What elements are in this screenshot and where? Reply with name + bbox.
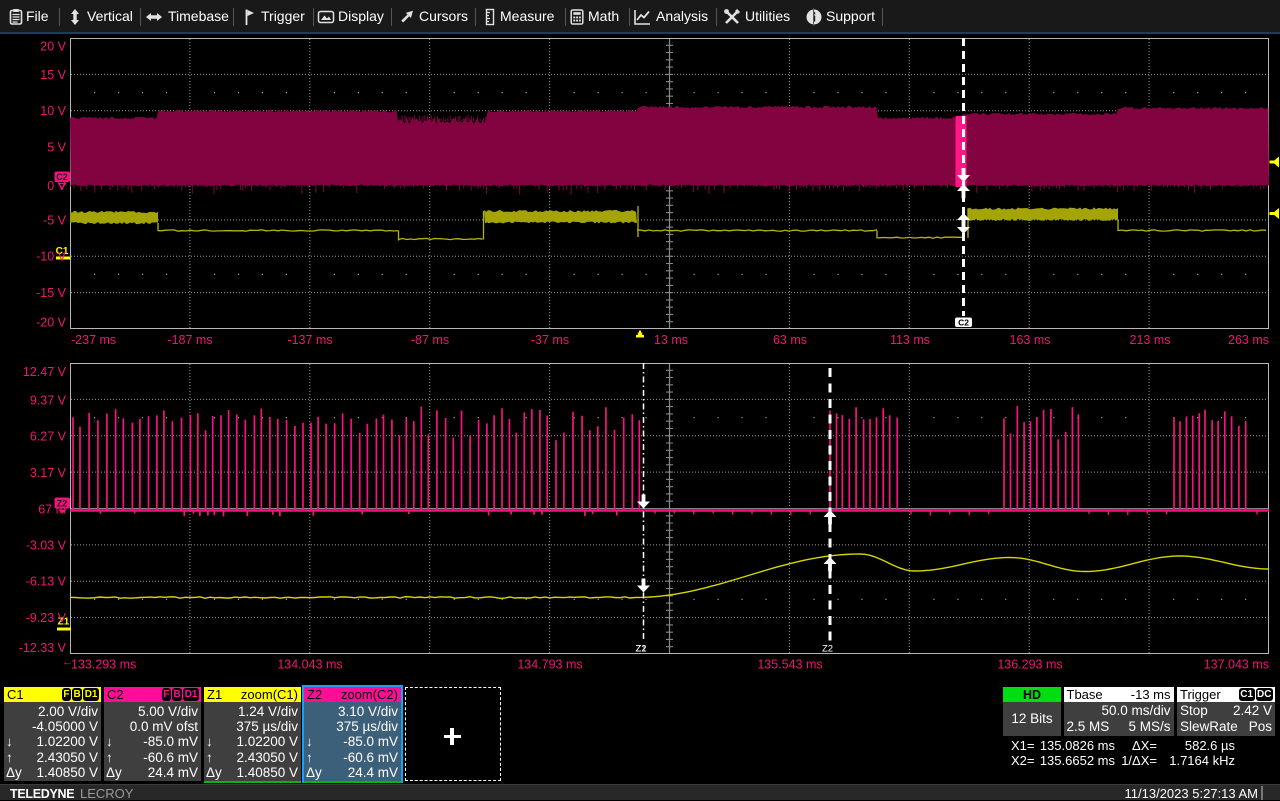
svg-text:-20 V: -20 V (36, 316, 67, 330)
svg-text:67 m: 67 m (38, 502, 66, 516)
svg-text:-10 V: -10 V (36, 250, 67, 264)
svg-text:163 ms: 163 ms (1010, 333, 1051, 347)
svg-text:Z2: Z2 (822, 644, 833, 655)
svg-text:134.793 ms: 134.793 ms (517, 658, 582, 672)
svg-text:-187 ms: -187 ms (167, 333, 212, 347)
svg-text:20 V: 20 V (40, 40, 66, 54)
svg-text:15 V: 15 V (40, 68, 66, 82)
svg-text:-237 ms: -237 ms (71, 333, 116, 347)
svg-text:-5 V: -5 V (43, 213, 67, 227)
svg-text:3.17 V: 3.17 V (30, 466, 67, 480)
svg-text:-12.33 V: -12.33 V (19, 641, 67, 655)
svg-text:9.37 V: 9.37 V (30, 393, 67, 407)
svg-text:263 ms: 263 ms (1228, 333, 1269, 347)
svg-text:134.043 ms: 134.043 ms (277, 658, 342, 672)
svg-text:213 ms: 213 ms (1130, 333, 1171, 347)
svg-text:63 ms: 63 ms (773, 333, 807, 347)
svg-text:-87 ms: -87 ms (411, 333, 449, 347)
svg-text:-9.23 V: -9.23 V (26, 611, 67, 625)
svg-text:-15 V: -15 V (36, 286, 67, 300)
svg-text:133.293 ms: 133.293 ms (71, 658, 136, 672)
svg-text:12.47 V: 12.47 V (23, 365, 67, 379)
svg-text:6.27 V: 6.27 V (30, 430, 67, 444)
svg-text:135.543 ms: 135.543 ms (757, 658, 822, 672)
svg-text:-137 ms: -137 ms (287, 333, 332, 347)
svg-text:-37 ms: -37 ms (531, 333, 569, 347)
svg-text:5 V: 5 V (47, 141, 66, 155)
svg-text:137.043 ms: 137.043 ms (1204, 658, 1269, 672)
svg-text:113 ms: 113 ms (890, 333, 930, 347)
svg-text:0 V: 0 V (47, 179, 66, 193)
svg-text:C2: C2 (958, 317, 969, 327)
svg-text:-3.03 V: -3.03 V (26, 538, 67, 552)
svg-text:-6.13 V: -6.13 V (26, 575, 67, 589)
svg-text:10 V: 10 V (40, 104, 66, 118)
svg-text:136.293 ms: 136.293 ms (997, 658, 1062, 672)
svg-text:13 ms: 13 ms (654, 333, 688, 347)
svg-text:Z2: Z2 (636, 644, 647, 655)
